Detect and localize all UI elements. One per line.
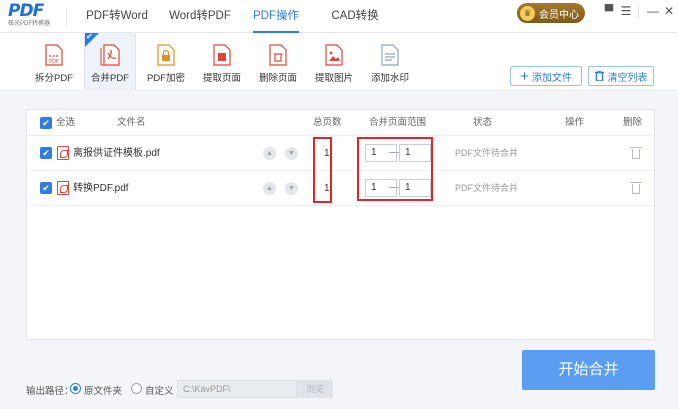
tool-extract-page[interactable]: 提取页面 bbox=[196, 33, 248, 91]
header-filename: 文件名 bbox=[117, 117, 146, 128]
custom-folder-label: 自定义 bbox=[145, 386, 174, 397]
table-row: ✔ 转换PDF.pdf ▲ ▼ 1 1 1 PDF文件待合并 bbox=[27, 171, 654, 206]
tool-extract-image[interactable]: 提取图片 bbox=[308, 33, 360, 91]
move-up-button[interactable]: ▲ bbox=[263, 182, 276, 195]
tool-label: 合并PDF bbox=[90, 73, 129, 84]
merge-pdf-icon bbox=[100, 44, 120, 66]
row-status: PDF文件待合并 bbox=[455, 148, 519, 158]
start-merge-button[interactable]: 开始合并 bbox=[522, 350, 655, 390]
header-total-pages: 总页数 bbox=[313, 117, 342, 128]
select-all-checkbox[interactable]: ✔ bbox=[40, 117, 52, 129]
minimize-button[interactable]: — bbox=[646, 4, 660, 18]
move-up-button[interactable]: ▲ bbox=[263, 147, 276, 160]
radio-original-folder[interactable] bbox=[70, 383, 81, 394]
header-range: 合并页面范围 bbox=[369, 117, 427, 128]
header-action: 操作 bbox=[565, 117, 585, 128]
plus-icon: + bbox=[520, 67, 529, 85]
header-status: 状态 bbox=[473, 117, 493, 128]
move-down-button[interactable]: ▼ bbox=[285, 182, 298, 195]
highlight-page-count bbox=[313, 137, 332, 203]
row-status: PDF文件待合并 bbox=[455, 183, 519, 193]
pdf-file-icon bbox=[57, 181, 69, 195]
file-name: 转换PDF.pdf bbox=[73, 183, 129, 194]
select-all-label: 全选 bbox=[56, 117, 76, 128]
add-file-button[interactable]: + 添加文件 bbox=[510, 66, 582, 86]
skin-icon[interactable]: ▀ bbox=[602, 4, 616, 18]
tool-watermark[interactable]: 添加水印 bbox=[364, 33, 416, 91]
app-logo: PDF 极光PDF转换器 bbox=[8, 3, 54, 31]
vip-center-label: 会员中心 bbox=[539, 9, 579, 21]
file-list-panel: ✔ 全选 文件名 总页数 合并页面范围 状态 操作 删除 ✔ 离报供证件模板.p… bbox=[26, 109, 655, 340]
tool-delete-page[interactable]: 删除页面 bbox=[252, 33, 304, 91]
add-file-label: 添加文件 bbox=[531, 72, 572, 84]
tool-label: 添加水印 bbox=[370, 73, 409, 84]
tool-label: 提取图片 bbox=[314, 73, 353, 84]
file-name: 离报供证件模板.pdf bbox=[73, 148, 160, 159]
logo-subtitle: 极光PDF转换器 bbox=[8, 21, 51, 27]
delete-row-icon[interactable] bbox=[630, 147, 642, 159]
extract-page-icon bbox=[213, 44, 231, 66]
menu-icon[interactable]: ☰ bbox=[619, 4, 633, 18]
tab-word-to-pdf[interactable]: Word转PDF bbox=[163, 0, 237, 33]
browse-button[interactable]: 浏览 bbox=[297, 380, 333, 398]
table-row: ✔ 离报供证件模板.pdf ▲ ▼ 1 1 1 PDF文件待合并 bbox=[27, 136, 654, 171]
original-folder-label: 原文件夹 bbox=[84, 386, 123, 397]
header-delete: 删除 bbox=[623, 117, 643, 128]
close-button[interactable]: ✕ bbox=[662, 4, 676, 18]
split-pdf-icon: PDF bbox=[45, 44, 63, 66]
logo-mark: PDF bbox=[8, 1, 44, 21]
extract-image-icon bbox=[325, 44, 343, 66]
svg-text:PDF: PDF bbox=[49, 59, 59, 65]
crown-icon: ♛ bbox=[520, 5, 535, 21]
tab-pdf-to-word[interactable]: PDF转Word bbox=[80, 0, 154, 33]
divider bbox=[638, 6, 639, 20]
highlight-page-range bbox=[357, 137, 433, 201]
tool-split-pdf[interactable]: PDF 拆分PDF bbox=[28, 33, 80, 91]
tool-label: 删除页面 bbox=[258, 73, 297, 84]
output-path-label: 输出路径： bbox=[26, 386, 74, 397]
tool-merge-pdf[interactable]: ✔ 合并PDF bbox=[84, 32, 136, 91]
pdf-file-icon bbox=[57, 146, 69, 160]
lock-pdf-icon bbox=[157, 44, 175, 66]
radio-custom-folder[interactable] bbox=[131, 383, 142, 394]
check-icon: ✔ bbox=[86, 32, 93, 41]
trash-icon bbox=[594, 71, 604, 81]
tool-label: 提取页面 bbox=[202, 73, 241, 84]
tab-pdf-operations[interactable]: PDF操作 bbox=[245, 0, 307, 33]
vip-center-button[interactable]: ♛ 会员中心 bbox=[517, 3, 585, 23]
delete-page-icon bbox=[269, 44, 287, 66]
clear-list-button[interactable]: 清空列表 bbox=[588, 66, 654, 86]
divider bbox=[66, 8, 67, 26]
tab-cad-convert[interactable]: CAD转换 bbox=[326, 0, 384, 33]
row-checkbox[interactable]: ✔ bbox=[40, 182, 52, 194]
tool-lock-pdf[interactable]: PDF加密 bbox=[140, 33, 192, 91]
row-checkbox[interactable]: ✔ bbox=[40, 147, 52, 159]
table-header: ✔ 全选 文件名 总页数 合并页面范围 状态 操作 删除 bbox=[27, 110, 654, 136]
watermark-icon bbox=[381, 44, 399, 66]
tool-label: PDF加密 bbox=[146, 73, 185, 84]
clear-list-label: 清空列表 bbox=[607, 72, 648, 84]
move-down-button[interactable]: ▼ bbox=[285, 147, 298, 160]
output-path-input[interactable]: C:\KavPDF\ bbox=[177, 380, 297, 398]
tool-label: 拆分PDF bbox=[34, 73, 73, 84]
title-bar: PDF 极光PDF转换器 PDF转Word Word转PDF PDF操作 CAD… bbox=[0, 0, 678, 33]
delete-row-icon[interactable] bbox=[630, 182, 642, 194]
